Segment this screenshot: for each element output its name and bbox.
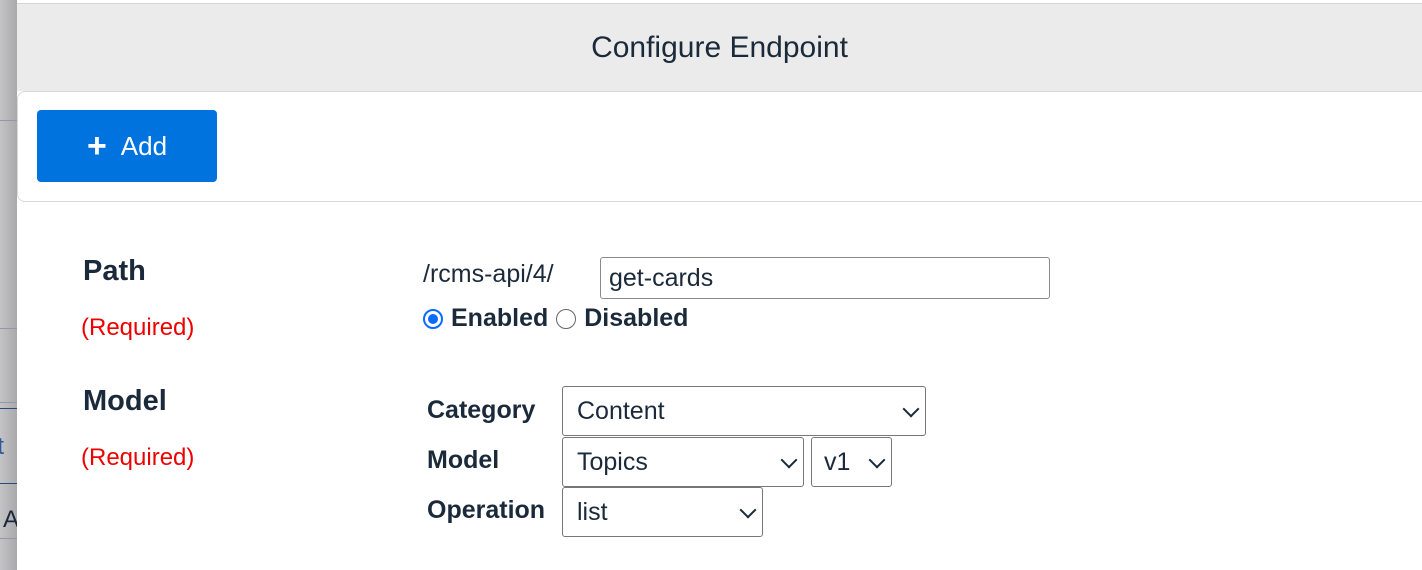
modal-title: Configure Endpoint bbox=[591, 30, 848, 64]
plus-icon: + bbox=[86, 127, 107, 165]
chevron-down-icon bbox=[902, 400, 920, 418]
configure-endpoint-modal: Configure Endpoint + Add Path (Required)… bbox=[17, 3, 1422, 570]
category-select[interactable]: Content bbox=[562, 386, 926, 436]
path-required: (Required) bbox=[81, 314, 195, 341]
enabled-label[interactable]: Enabled bbox=[451, 304, 548, 333]
chevron-down-icon bbox=[739, 501, 757, 519]
category-value: Content bbox=[577, 396, 665, 425]
operation-label: Operation bbox=[427, 496, 546, 524]
version-select[interactable]: v1 bbox=[811, 437, 892, 487]
model-value: Topics bbox=[577, 447, 648, 476]
operation-select[interactable]: list bbox=[562, 487, 763, 537]
category-label: Category bbox=[427, 396, 536, 424]
add-button-label: Add bbox=[120, 130, 168, 161]
disabled-radio[interactable] bbox=[556, 308, 577, 329]
modal-header: Configure Endpoint bbox=[17, 4, 1422, 91]
version-value: v1 bbox=[824, 447, 851, 476]
operation-value: list bbox=[577, 497, 608, 526]
add-button[interactable]: + Add bbox=[37, 110, 217, 182]
chevron-down-icon bbox=[868, 451, 886, 469]
path-prefix: /rcms-api/4/ bbox=[423, 260, 554, 288]
toolbar: + Add bbox=[17, 91, 1422, 202]
path-input[interactable] bbox=[600, 257, 1050, 299]
model-section-label: Model bbox=[83, 385, 167, 417]
path-label: Path bbox=[83, 255, 146, 287]
model-select[interactable]: Topics bbox=[562, 437, 804, 487]
model-label: Model bbox=[427, 446, 500, 474]
chevron-down-icon bbox=[780, 451, 798, 469]
background-page: it A bbox=[0, 0, 17, 570]
background-text: it bbox=[0, 433, 4, 460]
model-required: (Required) bbox=[81, 444, 195, 471]
status-radio-group: Enabled Disabled bbox=[423, 304, 688, 333]
disabled-label[interactable]: Disabled bbox=[584, 304, 688, 333]
enabled-radio[interactable] bbox=[423, 308, 443, 329]
background-text: A bbox=[3, 506, 17, 533]
